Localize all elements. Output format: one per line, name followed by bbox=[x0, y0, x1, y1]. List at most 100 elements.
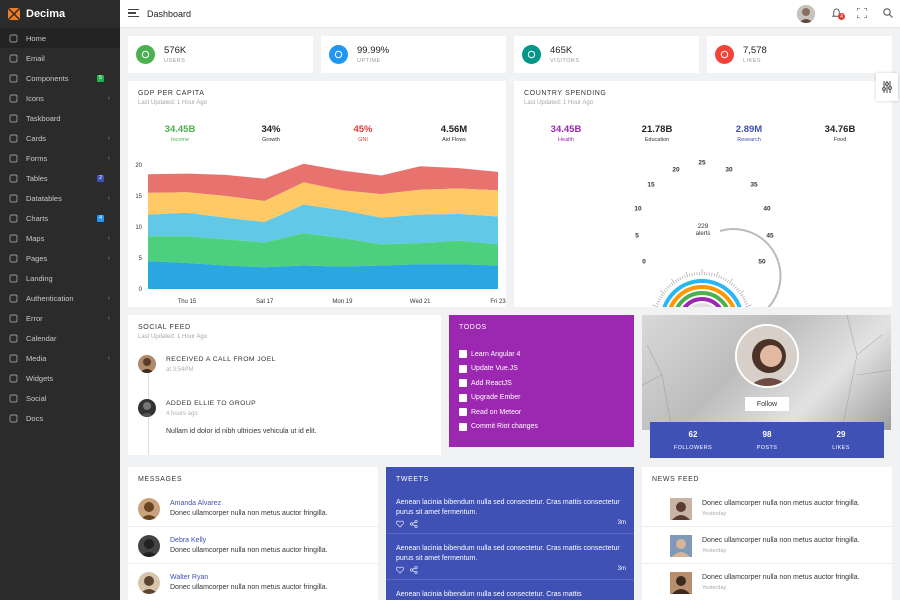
todo-label: Learn Angular 4 bbox=[471, 350, 521, 358]
sidebar-item-taskboard[interactable]: Taskboard bbox=[0, 108, 120, 128]
todo-checkbox[interactable] bbox=[459, 379, 467, 387]
todo-checkbox[interactable] bbox=[459, 408, 467, 416]
chevron-right-icon: › bbox=[107, 354, 110, 362]
gauge-tick bbox=[726, 279, 729, 283]
stat-card-visitors: 465K VISITORS bbox=[514, 36, 699, 73]
todo-item[interactable]: Update Vue.JS bbox=[459, 364, 518, 373]
chevron-right-icon: › bbox=[107, 194, 110, 202]
tweet-divider bbox=[386, 533, 634, 534]
todo-checkbox[interactable] bbox=[459, 422, 467, 431]
message-row[interactable]: Amanda Alvarez Donec ullamcorper nulla no… bbox=[128, 490, 380, 527]
news-row[interactable]: Donec ullamcorper nulla non metus auctor… bbox=[642, 490, 894, 527]
sidebar-item-media[interactable]: Media › bbox=[0, 348, 120, 368]
brand-name: Decima bbox=[26, 8, 66, 20]
heart-icon[interactable] bbox=[396, 566, 404, 576]
todo-checkbox[interactable] bbox=[459, 393, 467, 402]
spending-card: COUNTRY SPENDING Last Updated: 1 Hour Ag… bbox=[514, 73, 898, 307]
chevron-right-icon: › bbox=[107, 294, 110, 302]
landing-icon bbox=[8, 273, 18, 283]
gauge-tick-label: 50 bbox=[758, 258, 766, 266]
sidebar-item-forms[interactable]: Forms › bbox=[0, 148, 120, 168]
todo-item[interactable]: Read on Meteor bbox=[459, 408, 521, 416]
share-icon[interactable] bbox=[409, 565, 418, 576]
sidebar-item-components[interactable]: Components 5 bbox=[0, 68, 120, 88]
todo-checkbox[interactable] bbox=[459, 350, 467, 358]
gauge-tick bbox=[658, 298, 662, 301]
notification-bell-icon[interactable]: 4 bbox=[831, 8, 845, 21]
avatar[interactable] bbox=[138, 399, 156, 417]
tweet-meta: 3m bbox=[396, 519, 626, 530]
sidebar-item-label: Pages bbox=[26, 253, 48, 263]
sidebar-item-label: Calendar bbox=[26, 333, 57, 343]
sidebar-item-email[interactable]: Email bbox=[0, 48, 120, 68]
menu-toggle-icon[interactable] bbox=[128, 9, 139, 19]
heart-icon[interactable] bbox=[396, 520, 404, 530]
gauge-tick bbox=[660, 294, 664, 297]
search-icon[interactable] bbox=[883, 8, 893, 20]
message-row[interactable]: Walter Ryan Donec ullamcorper nulla non m… bbox=[128, 564, 380, 600]
gauge-tick-label: 30 bbox=[725, 166, 733, 174]
sidebar-item-cards[interactable]: Cards › bbox=[0, 128, 120, 148]
sidebar-item-docs[interactable]: Docs bbox=[0, 408, 120, 428]
mail-icon bbox=[8, 53, 18, 63]
todo-item[interactable]: Learn Angular 4 bbox=[459, 350, 520, 358]
tweet-divider bbox=[386, 579, 634, 580]
news-row[interactable]: Donec ullamcorper nulla non metus auctor… bbox=[642, 564, 894, 600]
gauge-tick bbox=[671, 278, 676, 284]
sidebar-item-datatables[interactable]: Datatables › bbox=[0, 188, 120, 208]
todos-card: TODOS Learn Angular 4 Update Vue.JS Add Re… bbox=[449, 315, 634, 447]
sidebar-item-social[interactable]: Social bbox=[0, 388, 120, 408]
sidebar-item-maps[interactable]: Maps › bbox=[0, 228, 120, 248]
sidebar-item-calendar[interactable]: Calendar bbox=[0, 328, 120, 348]
todo-item[interactable]: Commit Riot changes bbox=[459, 422, 538, 431]
avatar[interactable] bbox=[138, 355, 156, 373]
sidebar-item-charts[interactable]: Charts 4 bbox=[0, 208, 120, 228]
user-avatar[interactable] bbox=[797, 5, 815, 23]
follow-button[interactable]: Follow bbox=[745, 397, 789, 411]
datatables-icon bbox=[8, 193, 18, 203]
sidebar-item-landing[interactable]: Landing bbox=[0, 268, 120, 288]
fullscreen-icon[interactable] bbox=[856, 7, 868, 20]
todo-item[interactable]: Upgrade Ember bbox=[459, 393, 520, 402]
message-text: Donec ullamcorper nulla non metus auctor… bbox=[170, 584, 328, 591]
sidebar-item-icons[interactable]: Icons › bbox=[0, 88, 120, 108]
chevron-right-icon: › bbox=[107, 94, 110, 102]
message-sender[interactable]: Walter Ryan bbox=[170, 574, 208, 581]
gauge-tick bbox=[677, 278, 680, 282]
message-sender[interactable]: Amanda Alvarez bbox=[170, 500, 221, 507]
profile-avatar[interactable] bbox=[735, 324, 799, 388]
tweet-text: Aenean lacinia bibendum nulla sed consec… bbox=[396, 545, 620, 562]
gauge-tick bbox=[728, 278, 733, 284]
message-row[interactable]: Debra Kelly Donec ullamcorper nulla non m… bbox=[128, 527, 380, 564]
sidebar-item-tables[interactable]: Tables 2 bbox=[0, 168, 120, 188]
gauge-tick bbox=[740, 294, 744, 297]
todo-item[interactable]: Add ReactJS bbox=[459, 379, 512, 387]
todo-checkbox[interactable] bbox=[459, 364, 467, 373]
stat-value: 576K bbox=[164, 45, 187, 56]
share-icon[interactable] bbox=[409, 519, 418, 530]
calendar-icon bbox=[8, 333, 18, 343]
sidebar-item-label: Landing bbox=[26, 273, 53, 283]
sidebar-item-label: Charts bbox=[26, 213, 49, 223]
tweets-card: TWEETS Aenean lacinia bibendum nulla sed… bbox=[386, 467, 634, 600]
gauge-tick bbox=[659, 296, 663, 299]
message-sender[interactable]: Debra Kelly bbox=[170, 537, 206, 544]
sidebar-item-home[interactable]: Home bbox=[0, 28, 120, 48]
sidebar-item-error[interactable]: Error › bbox=[0, 308, 120, 328]
todo-label: Commit Riot changes bbox=[471, 423, 538, 430]
todo-label: Add ReactJS bbox=[471, 379, 512, 387]
sidebar-item-label: Taskboard bbox=[26, 113, 61, 123]
sidebar-item-pages[interactable]: Pages › bbox=[0, 248, 120, 268]
sidebar-item-label: Media bbox=[26, 353, 47, 363]
news-row[interactable]: Donec ullamcorper nulla non metus auctor… bbox=[642, 527, 894, 564]
sidebar-item-label: Home bbox=[26, 33, 47, 43]
sidebar-item-badge: 5 bbox=[97, 74, 104, 82]
icons-icon bbox=[8, 93, 18, 103]
sidebar-item-widgets[interactable]: Widgets bbox=[0, 368, 120, 388]
gauge-tick bbox=[667, 286, 670, 289]
gauge-tick bbox=[720, 276, 723, 280]
settings-toggle[interactable] bbox=[876, 73, 898, 101]
news-time: Yesterday bbox=[702, 548, 727, 554]
brand[interactable]: Decima bbox=[0, 0, 120, 28]
sidebar-item-authentication[interactable]: Authentication › bbox=[0, 288, 120, 308]
